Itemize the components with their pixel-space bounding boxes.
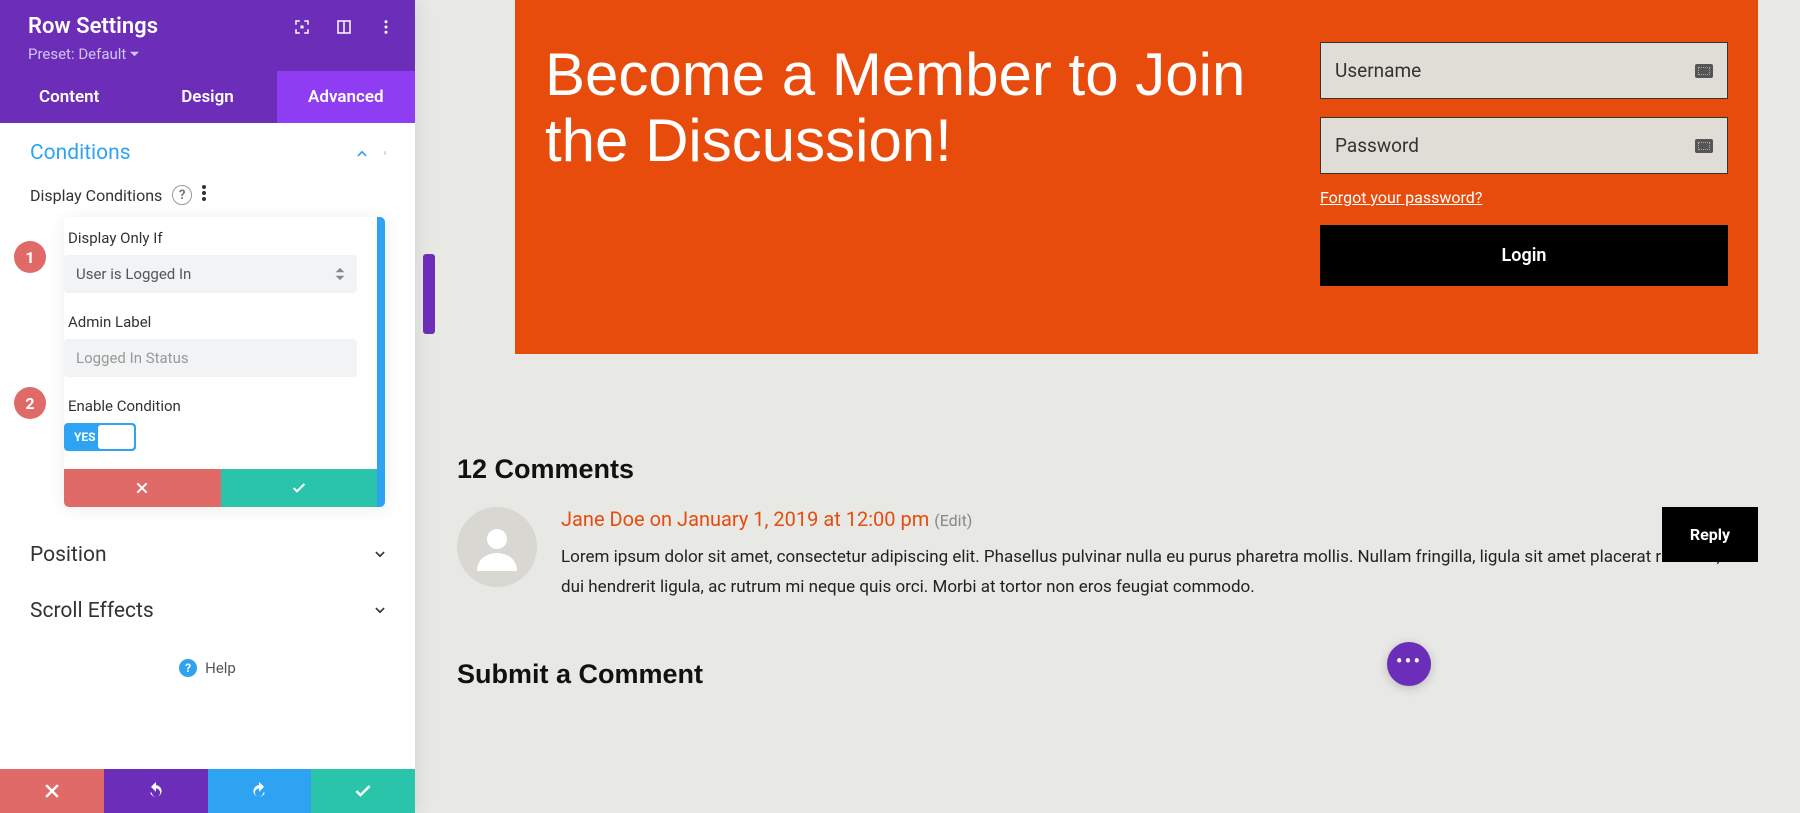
password-input[interactable]: Password	[1320, 117, 1728, 174]
comment-text: Lorem ipsum dolor sit amet, consectetur …	[561, 543, 1758, 603]
footer-cancel-button[interactable]	[0, 769, 104, 813]
comment-author[interactable]: Jane Doe	[561, 507, 645, 531]
fab-more-button[interactable]: •••	[1387, 642, 1431, 686]
enable-condition-label: Enable Condition	[68, 397, 357, 415]
hero-section: Become a Member to Join the Discussion! …	[515, 0, 1758, 354]
close-icon	[42, 781, 62, 801]
enable-condition-toggle[interactable]: YES	[64, 423, 136, 451]
reply-button[interactable]: Reply	[1662, 507, 1758, 562]
username-input[interactable]: Username	[1320, 42, 1728, 99]
section-position[interactable]: Position	[0, 525, 415, 581]
sidebar-body: Conditions Display Conditions ? 1 2 Disp…	[0, 123, 415, 732]
section-conditions[interactable]: Conditions	[0, 123, 415, 179]
section-scroll-effects[interactable]: Scroll Effects	[0, 581, 415, 637]
display-conditions-label: Display Conditions	[30, 186, 162, 205]
display-only-if-select[interactable]: User is Logged In	[64, 255, 357, 293]
comment-item: Jane Doe on January 1, 2019 at 12:00 pm …	[457, 507, 1758, 603]
check-icon	[353, 781, 373, 801]
comment-date: January 1, 2019 at 12:00 pm	[677, 507, 929, 531]
chevron-down-icon	[130, 50, 139, 59]
condition-cancel-button[interactable]	[64, 469, 221, 507]
edit-link[interactable]: (Edit)	[934, 511, 972, 530]
admin-label-label: Admin Label	[68, 313, 357, 331]
hero-title: Become a Member to Join the Discussion!	[545, 42, 1280, 174]
tab-design[interactable]: Design	[138, 71, 276, 123]
help-link[interactable]: ? Help	[0, 637, 415, 699]
undo-icon	[146, 781, 166, 801]
footer-undo-button[interactable]	[104, 769, 208, 813]
chevron-down-icon	[373, 604, 387, 618]
sidebar-footer	[0, 769, 415, 813]
chevron-up-icon	[355, 146, 369, 160]
display-conditions-row: Display Conditions ?	[0, 179, 415, 217]
annotation-badge-1: 1	[14, 241, 46, 273]
tab-advanced[interactable]: Advanced	[277, 71, 415, 123]
admin-label-input[interactable]: Logged In Status	[64, 339, 357, 377]
footer-redo-button[interactable]	[208, 769, 312, 813]
layout-icon[interactable]	[335, 18, 353, 36]
focus-icon[interactable]	[293, 18, 311, 36]
keyboard-icon	[1695, 139, 1713, 153]
forgot-password-link[interactable]: Forgot your password?	[1320, 188, 1728, 207]
submit-comment-title: Submit a Comment	[457, 659, 1758, 690]
comment-meta: Jane Doe on January 1, 2019 at 12:00 pm …	[561, 507, 1758, 531]
selection-indicator	[423, 254, 435, 334]
close-icon	[134, 480, 150, 496]
preset-dropdown[interactable]: Preset: Default	[28, 45, 395, 63]
display-only-if-label: Display Only If	[68, 229, 357, 247]
tab-content[interactable]: Content	[0, 71, 138, 123]
condition-card: Display Only If User is Logged In Admin …	[64, 217, 385, 507]
sidebar-title: Row Settings	[28, 14, 158, 39]
more-icon[interactable]	[202, 185, 206, 205]
footer-save-button[interactable]	[311, 769, 415, 813]
check-icon	[291, 480, 307, 496]
more-icon[interactable]	[377, 18, 395, 36]
login-button[interactable]: Login	[1320, 225, 1728, 286]
user-icon	[473, 523, 521, 571]
select-arrows-icon	[335, 267, 345, 281]
condition-confirm-button[interactable]	[221, 469, 378, 507]
avatar	[457, 507, 537, 587]
sidebar-header: Row Settings Preset: Default	[0, 0, 415, 71]
preview-pane: Become a Member to Join the Discussion! …	[415, 0, 1800, 813]
chevron-down-icon	[373, 548, 387, 562]
settings-sidebar: Row Settings Preset: Default Content Des…	[0, 0, 415, 813]
help-icon: ?	[179, 659, 197, 677]
redo-icon	[249, 781, 269, 801]
comments-title: 12 Comments	[457, 454, 1758, 485]
keyboard-icon	[1695, 64, 1713, 78]
annotation-badge-2: 2	[14, 387, 46, 419]
help-icon[interactable]: ?	[172, 185, 192, 205]
sidebar-tabs: Content Design Advanced	[0, 71, 415, 123]
comments-section: 12 Comments Jane Doe on January 1, 2019 …	[457, 454, 1758, 603]
more-icon[interactable]	[383, 146, 387, 160]
